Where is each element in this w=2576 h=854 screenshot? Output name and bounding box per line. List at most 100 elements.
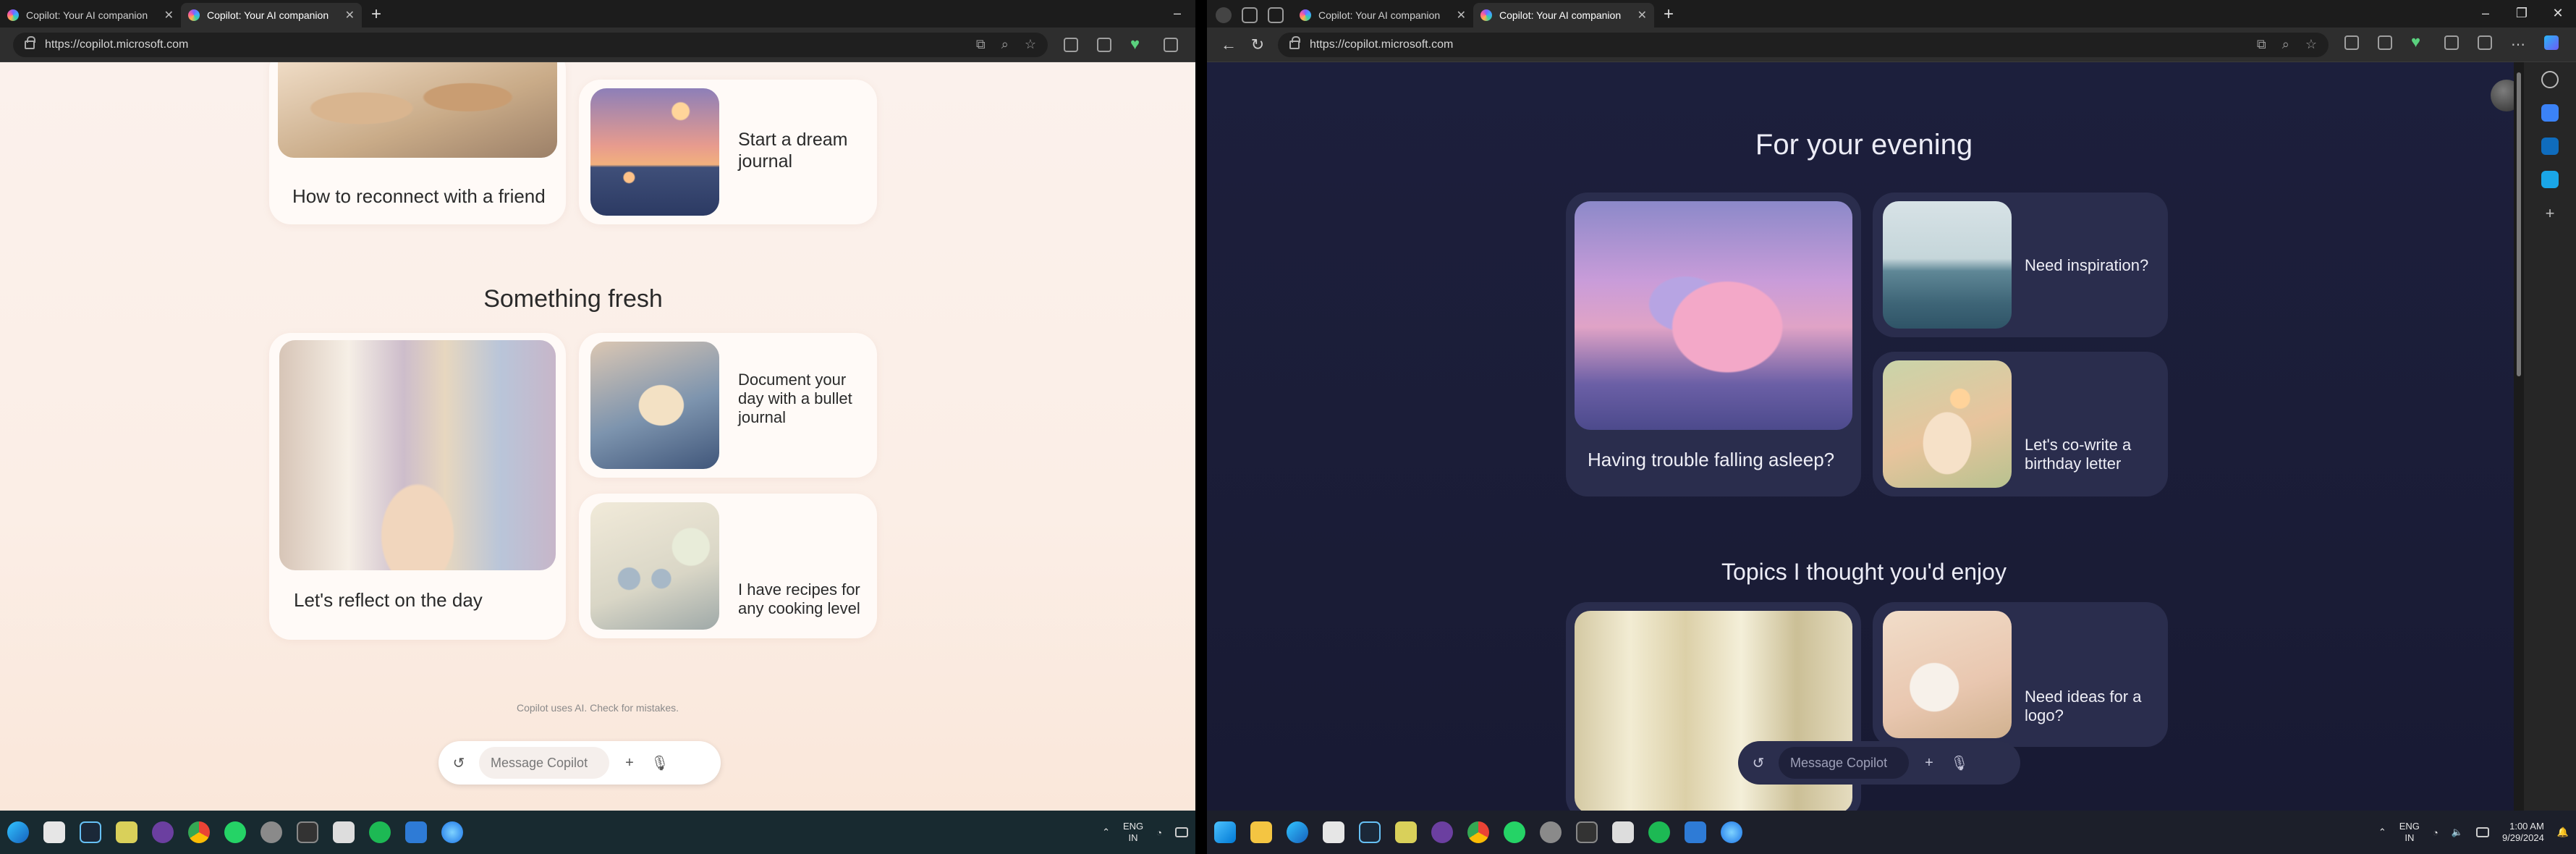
windows-start-icon[interactable] <box>1214 821 1236 843</box>
collections-icon[interactable] <box>1164 37 1178 52</box>
close-tab-icon[interactable]: ✕ <box>164 8 174 22</box>
wifi-icon[interactable]: ◔ <box>1156 827 1162 838</box>
browser-tab[interactable]: Copilot: Your AI companion ✕ <box>1292 3 1473 28</box>
more-options-icon[interactable]: ⋯ <box>2511 35 2525 54</box>
spotify-icon[interactable] <box>1648 821 1670 843</box>
new-tab-icon[interactable]: + <box>362 3 391 28</box>
snipping-tool-icon[interactable] <box>1612 821 1634 843</box>
card-need-inspiration[interactable]: Need inspiration? <box>1873 193 2168 337</box>
browser-tab-active[interactable]: Copilot: Your AI companion ✕ <box>1473 3 1654 28</box>
add-icon[interactable]: + <box>1919 753 1939 773</box>
snipping-tool-icon[interactable] <box>333 821 355 843</box>
terminal-icon[interactable] <box>1576 821 1598 843</box>
address-bar[interactable]: https://copilot.microsoft.com ⧉ ⌕ ☆ <box>1278 32 2329 57</box>
close-tab-icon[interactable]: ✕ <box>1637 8 1647 22</box>
chrome-icon[interactable] <box>1467 821 1489 843</box>
split-screen-icon[interactable] <box>1097 37 1111 52</box>
card-reconnect[interactable]: How to reconnect with a friend <box>269 62 566 224</box>
new-tab-icon[interactable]: + <box>1654 3 1683 28</box>
card-birthday-letter[interactable]: Let's co-write a birthday letter <box>1873 352 2168 496</box>
wifi-icon[interactable]: ◔ <box>2433 827 2439 838</box>
tab-actions-icon[interactable] <box>1268 7 1284 23</box>
browser-essentials-icon[interactable]: ♥ <box>1130 35 1145 52</box>
restore-icon[interactable]: ❐ <box>2504 0 2540 26</box>
shopping-tag-icon[interactable] <box>2541 104 2559 122</box>
close-tab-icon[interactable]: ✕ <box>345 8 355 22</box>
steam-icon[interactable] <box>80 821 101 843</box>
history-icon[interactable]: ↺ <box>1748 753 1768 773</box>
search-icon[interactable] <box>2541 71 2559 88</box>
battery-icon[interactable] <box>1175 827 1188 837</box>
language-indicator[interactable]: ENG IN <box>2399 821 2420 844</box>
workspaces-icon[interactable] <box>1242 7 1258 23</box>
favorite-star-icon[interactable]: ☆ <box>2305 37 2317 52</box>
close-window-icon[interactable]: ✕ <box>2540 0 2576 26</box>
card-dream-journal[interactable]: Start a dream journal <box>579 80 877 224</box>
zoom-icon[interactable]: ⌕ <box>1001 37 1009 52</box>
chevron-up-icon[interactable]: ⌃ <box>1102 826 1110 838</box>
edge-icon[interactable] <box>1287 821 1308 843</box>
minimize-icon[interactable]: – <box>2467 0 2504 26</box>
microphone-icon[interactable]: 🎙 <box>650 753 670 773</box>
card-reflect[interactable]: Let's reflect on the day <box>269 333 566 640</box>
minimize-icon[interactable]: – <box>1159 0 1195 26</box>
terminal-icon[interactable] <box>297 821 318 843</box>
globe-icon[interactable] <box>1721 821 1742 843</box>
card-trouble-sleeping[interactable]: Having trouble falling asleep? <box>1566 193 1861 496</box>
globe-icon[interactable] <box>441 821 463 843</box>
favorite-star-icon[interactable]: ☆ <box>1025 37 1036 52</box>
steam-icon[interactable] <box>1359 821 1381 843</box>
microphone-icon[interactable]: 🎙 <box>1949 753 1970 773</box>
refresh-extension-icon[interactable] <box>2344 35 2359 50</box>
card-logo-ideas[interactable]: Need ideas for a logo? <box>1873 602 2168 747</box>
message-input[interactable]: Message Copilot <box>479 747 609 779</box>
store-icon[interactable] <box>43 821 65 843</box>
photo-app-icon[interactable] <box>116 821 137 843</box>
refresh-extension-icon[interactable] <box>1064 37 1078 52</box>
back-icon[interactable]: ← <box>1214 35 1243 54</box>
close-tab-icon[interactable]: ✕ <box>1457 8 1466 22</box>
settings-gear-icon[interactable] <box>1540 821 1562 843</box>
split-screen-icon[interactable] <box>2378 35 2392 50</box>
media-icon[interactable] <box>152 821 174 843</box>
language-indicator[interactable]: ENG IN <box>1123 821 1143 844</box>
paint-icon[interactable] <box>405 821 427 843</box>
file-explorer-icon[interactable] <box>1250 821 1272 843</box>
card-bullet-journal[interactable]: Document your day with a bullet journal <box>579 333 877 478</box>
card-recipes[interactable]: I have recipes for any cooking level <box>579 494 877 638</box>
chevron-up-icon[interactable]: ⌃ <box>2378 826 2386 838</box>
message-input[interactable]: Message Copilot <box>1779 747 1909 779</box>
browser-tab[interactable]: Copilot: Your AI companion ✕ <box>0 3 181 28</box>
notification-bell-icon[interactable]: 🔔 <box>2557 826 2569 838</box>
zoom-icon[interactable]: ⌕ <box>2282 37 2289 52</box>
address-bar[interactable]: https://copilot.microsoft.com ⧉ ⌕ ☆ <box>13 32 1048 57</box>
edge-icon[interactable] <box>7 821 29 843</box>
settings-gear-icon[interactable] <box>260 821 282 843</box>
browser-tab-active[interactable]: Copilot: Your AI companion ✕ <box>181 3 362 28</box>
share-icon[interactable] <box>2478 35 2492 50</box>
add-icon[interactable]: + <box>619 753 640 773</box>
battery-icon[interactable] <box>2475 827 2489 837</box>
add-sidebar-app-icon[interactable]: + <box>2546 204 2555 223</box>
page-scrollbar[interactable] <box>2514 62 2524 811</box>
games-icon[interactable] <box>2541 171 2559 188</box>
refresh-icon[interactable]: ↻ <box>1243 35 1272 54</box>
outlook-icon[interactable] <box>2541 138 2559 155</box>
whatsapp-icon[interactable] <box>224 821 246 843</box>
scroll-thumb[interactable] <box>2517 72 2521 376</box>
open-in-app-icon[interactable]: ⧉ <box>976 37 986 52</box>
copilot-sidebar-icon[interactable] <box>2544 35 2559 50</box>
volume-icon[interactable]: 🔈 <box>2452 826 2463 838</box>
collections-icon[interactable] <box>2444 35 2459 50</box>
spotify-icon[interactable] <box>369 821 391 843</box>
media-icon[interactable] <box>1431 821 1453 843</box>
open-in-app-icon[interactable]: ⧉ <box>2257 37 2266 52</box>
photo-app-icon[interactable] <box>1395 821 1417 843</box>
history-icon[interactable]: ↺ <box>449 753 469 773</box>
profile-icon[interactable] <box>1216 7 1232 23</box>
chrome-icon[interactable] <box>188 821 210 843</box>
store-icon[interactable] <box>1323 821 1344 843</box>
browser-essentials-icon[interactable]: ♥ <box>2411 34 2425 50</box>
paint-icon[interactable] <box>1685 821 1706 843</box>
whatsapp-icon[interactable] <box>1504 821 1525 843</box>
